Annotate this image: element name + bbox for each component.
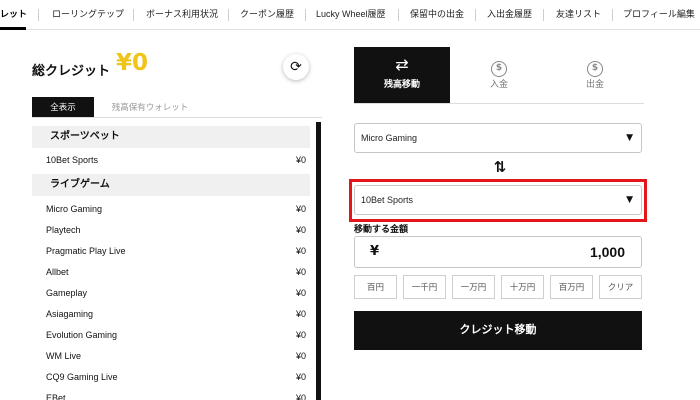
wallet-row: Asiagaming ¥0: [32, 304, 310, 325]
nav-divider: [305, 9, 306, 21]
refresh-icon: ⟳: [290, 59, 302, 75]
wallet-name: EBet: [46, 393, 66, 400]
wallet-row: Evolution Gaming ¥0: [32, 325, 310, 346]
top-navigation: レット ローリングテップ ボーナス利用状況 クーポン履歴 Lucky Wheel…: [0, 0, 700, 30]
section-label: スポーツベット: [50, 131, 120, 142]
tab-withdraw[interactable]: $ 出金: [547, 47, 643, 103]
nav-item-profile-edit[interactable]: プロフィール編集: [623, 0, 695, 29]
wallet-name: Micro Gaming: [46, 204, 103, 214]
nav-divider: [475, 9, 476, 21]
nav-divider: [38, 9, 39, 21]
credit-transfer-button[interactable]: クレジット移動: [354, 311, 642, 350]
wallet-balance: ¥0: [295, 267, 306, 277]
quick-amount-1000-button[interactable]: 一千円: [403, 275, 446, 299]
wallet-balance: ¥0: [295, 204, 306, 214]
amount-label: 移動する金額: [354, 224, 409, 234]
nav-item-transaction-history[interactable]: 入出金履歴: [487, 0, 532, 29]
caret-down-icon: ▼: [626, 133, 633, 143]
wallet-row: WM Live ¥0: [32, 346, 310, 367]
wallet-balance: ¥0: [295, 393, 306, 400]
wallet-balance: ¥0: [295, 246, 306, 256]
wallet-name: Evolution Gaming: [46, 330, 118, 340]
wallet-balance: ¥0: [295, 372, 306, 382]
nav-divider: [228, 9, 229, 21]
wallet-name: Pragmatic Play Live: [46, 246, 126, 256]
wallet-row: EBet ¥0: [32, 388, 310, 400]
wallet-row: 10Bet Sports ¥0: [32, 150, 310, 171]
section-header-live-games: ライブゲーム: [32, 174, 310, 196]
wallet-balance: ¥0: [295, 309, 306, 319]
nav-item-bonus-usage[interactable]: ボーナス利用状況: [146, 0, 218, 29]
wallet-name: CQ9 Gaming Live: [46, 372, 118, 382]
wallet-balance: ¥0: [295, 225, 306, 235]
tab-show-all[interactable]: 全表示: [32, 97, 94, 117]
swap-arrows-icon: ⇄: [395, 55, 409, 74]
wallet-row: Allbet ¥0: [32, 262, 310, 283]
wallet-name: 10Bet Sports: [46, 155, 99, 165]
highlight-box: [349, 179, 647, 222]
nav-item-friends[interactable]: 友達リスト: [556, 0, 601, 29]
total-credit-title: 総クレジット: [32, 63, 111, 78]
quick-amount-1000000-button[interactable]: 百万円: [550, 275, 593, 299]
deposit-icon: $: [451, 55, 547, 77]
nav-divider: [543, 9, 544, 21]
refresh-button[interactable]: ⟳: [283, 54, 309, 80]
wallet-balance: ¥0: [295, 351, 306, 361]
wallet-name: Playtech: [46, 225, 81, 235]
wallet-row: Playtech ¥0: [32, 220, 310, 241]
wallet-balance: ¥0: [295, 288, 306, 298]
tab-balance-transfer[interactable]: ⇄ 残高移動: [354, 47, 450, 103]
tab-label: 出金: [585, 79, 604, 89]
section-header-sports: スポーツベット: [32, 126, 310, 148]
tab-label: 残高移動: [383, 79, 420, 89]
nav-item-pending-withdrawal[interactable]: 保留中の出金: [410, 0, 464, 29]
wallet-row: Micro Gaming ¥0: [32, 199, 310, 220]
nav-item-rolling[interactable]: ローリングテップ: [52, 0, 124, 29]
wallet-name: Gameplay: [46, 288, 88, 298]
tab-held-wallets[interactable]: 残高保有ウォレット: [100, 97, 200, 117]
wallet-row: CQ9 Gaming Live ¥0: [32, 367, 310, 388]
swap-direction-icon[interactable]: ⇅: [490, 157, 510, 177]
wallet-row: Pragmatic Play Live ¥0: [32, 241, 310, 262]
wallet-row: Gameplay ¥0: [32, 283, 310, 304]
from-wallet-value: Micro Gaming: [361, 133, 418, 143]
nav-item-coupon-history[interactable]: クーポン履歴: [240, 0, 294, 29]
amount-input[interactable]: ¥ 1,000: [354, 236, 642, 268]
nav-item-lucky-wheel[interactable]: Lucky Wheel履歴: [316, 0, 386, 29]
nav-divider: [133, 9, 134, 21]
from-wallet-select[interactable]: Micro Gaming ▼: [354, 123, 642, 153]
wallet-balance: ¥0: [295, 155, 306, 165]
currency-symbol: ¥: [370, 244, 380, 259]
wallet-balance: ¥0: [295, 330, 306, 340]
tab-divider: [354, 103, 644, 104]
quick-amount-100-button[interactable]: 百円: [354, 275, 397, 299]
nav-item-wallet[interactable]: レット: [0, 0, 27, 29]
quick-amount-100000-button[interactable]: 十万円: [501, 275, 544, 299]
wallet-name: Allbet: [46, 267, 69, 277]
quick-amount-10000-button[interactable]: 一万円: [452, 275, 495, 299]
clear-amount-button[interactable]: クリア: [599, 275, 642, 299]
amount-value: 1,000: [589, 244, 625, 260]
wallet-name: WM Live: [46, 351, 82, 361]
tab-label: 入金: [489, 79, 508, 89]
section-label: ライブゲーム: [50, 179, 110, 190]
tab-divider: [32, 117, 322, 118]
nav-active-indicator: [0, 27, 26, 30]
wallet-list-scrollbar[interactable]: [316, 122, 321, 400]
tab-deposit[interactable]: $ 入金: [451, 47, 547, 103]
nav-divider: [398, 9, 399, 21]
nav-divider: [612, 9, 613, 21]
wallet-name: Asiagaming: [46, 309, 94, 319]
total-credit-amount: ¥0: [116, 50, 149, 76]
withdraw-icon: $: [547, 55, 643, 77]
